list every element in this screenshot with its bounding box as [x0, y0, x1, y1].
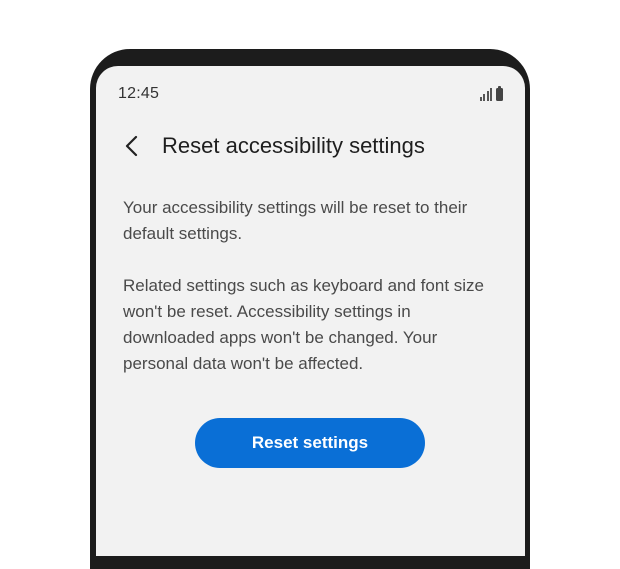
phone-screen: 12:45 Reset accessibility settings Your …: [96, 66, 525, 556]
battery-icon: [496, 86, 503, 101]
back-button[interactable]: [116, 130, 148, 162]
reset-settings-button[interactable]: Reset settings: [195, 418, 425, 468]
description-paragraph-1: Your accessibility settings will be rese…: [123, 198, 468, 243]
chevron-left-icon: [125, 135, 138, 157]
description-paragraph-2: Related settings such as keyboard and fo…: [123, 276, 484, 373]
signal-icon: [479, 87, 492, 101]
status-icons: [479, 85, 503, 101]
page-title: Reset accessibility settings: [162, 133, 425, 158]
status-time: 12:45: [118, 85, 160, 102]
